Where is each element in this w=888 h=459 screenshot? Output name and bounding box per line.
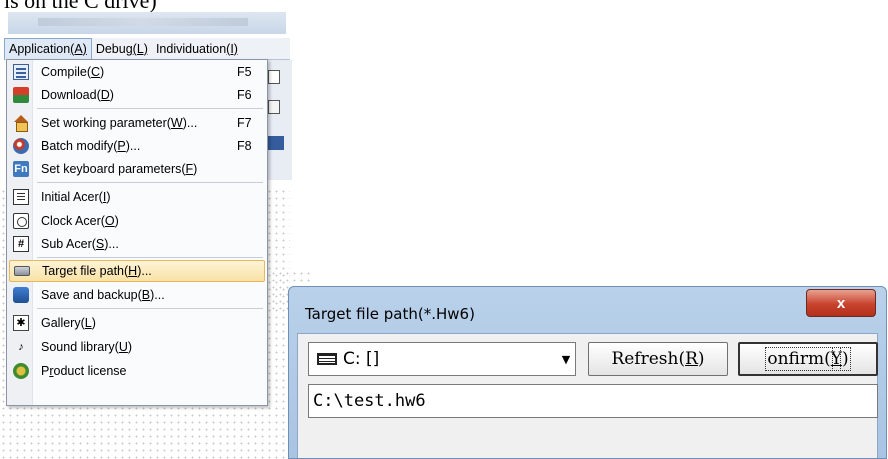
menu-item-label: Save and backup(B)... [41, 288, 165, 302]
menu-item-gallery[interactable]: ✱ Gallery(L) [9, 312, 265, 334]
menu-item-shortcut: F5 [237, 65, 252, 79]
menu-separator [37, 308, 263, 309]
refresh-label: Refresh(R) [611, 349, 705, 369]
menu-item-label: Compile(C) [41, 65, 105, 79]
menu-item-label: Download(D) [41, 88, 114, 102]
menu-hotkey: (L) [132, 41, 148, 56]
clock-icon [13, 213, 29, 229]
toolbar-copy-icon[interactable] [268, 100, 280, 114]
menu-item-download[interactable]: Download(D) F6 [9, 84, 265, 106]
file-path-input[interactable]: C:\test.hw6 [308, 384, 878, 418]
main-window-titlebar [8, 12, 286, 34]
menu-item-label: Set keyboard parameters(F) [41, 162, 198, 176]
document-icon [13, 189, 29, 205]
menu-item-set-working-parameter[interactable]: Set working parameter(W)... F7 [9, 112, 265, 134]
dialog-body: C: [] ▼ Refresh(R) onfirm(Y) C:\test.hw6 [297, 333, 878, 458]
menu-separator [37, 182, 263, 183]
save-icon [13, 287, 29, 303]
drive-icon [317, 353, 337, 365]
hash-icon: # [13, 236, 29, 252]
menu-item-product-license[interactable]: Product license [9, 360, 265, 382]
menu-hotkey: (I) [226, 41, 238, 56]
menu-item-batch-modify[interactable]: Batch modify(P)... F8 [9, 135, 265, 157]
refresh-button[interactable]: Refresh(R) [588, 342, 728, 376]
menu-item-label: Initial Acer(I) [41, 190, 111, 204]
menu-item-initial-acer[interactable]: Initial Acer(I) [9, 186, 265, 208]
house-icon [13, 115, 29, 132]
music-note-icon: ♪ [18, 340, 24, 353]
menu-hotkey: (A) [70, 41, 87, 56]
compile-icon [13, 64, 29, 80]
menu-item-label: Target file path(H)... [42, 264, 152, 278]
menu-item-shortcut: F7 [237, 116, 252, 130]
menu-item-shortcut: F8 [237, 139, 252, 153]
menu-application[interactable]: Application(A) [4, 37, 92, 60]
gallery-icon: ✱ [13, 315, 29, 331]
menu-item-shortcut: F6 [237, 88, 252, 102]
fn-icon: Fn [13, 161, 29, 177]
menu-item-sub-acer[interactable]: # Sub Acer(S)... [9, 233, 265, 255]
menu-item-set-keyboard-parameters[interactable]: Fn Set keyboard parameters(F) [9, 158, 265, 180]
menu-item-clock-acer[interactable]: Clock Acer(O) [9, 210, 265, 232]
menu-item-save-and-backup[interactable]: Save and backup(B)... [9, 284, 265, 306]
drive-value: C: [] [343, 349, 380, 369]
toolbar-blue-icon[interactable] [266, 136, 284, 150]
menu-separator [37, 108, 263, 109]
menu-bar: Application(A) Debug(L) Individuation(I) [4, 37, 290, 60]
blurred-title [38, 18, 248, 26]
toolbar-doc-icon[interactable] [268, 70, 280, 84]
close-button[interactable]: x [806, 289, 876, 317]
license-icon [13, 363, 29, 379]
menu-item-label: Set working parameter(W)... [41, 116, 198, 130]
menu-item-label: Clock Acer(O) [41, 214, 119, 228]
confirm-button[interactable]: onfirm(Y) [738, 342, 878, 376]
batch-icon [13, 138, 29, 154]
menu-item-label: Sub Acer(S)... [41, 237, 119, 251]
menu-individuation[interactable]: Individuation(I) [152, 40, 242, 58]
download-icon [13, 87, 29, 103]
menu-item-target-file-path[interactable]: Target file path(H)... [9, 260, 265, 282]
confirm-label: onfirm(Y) [765, 347, 851, 371]
dialog-title: Target file path(*.Hw6) [305, 305, 475, 323]
drive-select[interactable]: C: [] ▼ [308, 342, 576, 376]
drive-icon [14, 263, 30, 279]
menu-debug[interactable]: Debug(L) [92, 40, 152, 58]
menu-item-compile[interactable]: Compile(C) F5 [9, 61, 265, 83]
menu-item-label: Sound library(U) [41, 340, 133, 354]
chevron-down-icon[interactable]: ▼ [557, 343, 575, 375]
menu-item-sound-library[interactable]: ♪ Sound library(U) [9, 336, 265, 358]
target-file-path-dialog: Target file path(*.Hw6) x C: [] ▼ Refres… [288, 286, 887, 459]
close-icon: x [836, 294, 846, 312]
menu-item-label: Gallery(L) [41, 316, 96, 330]
menu-item-label: Product license [41, 364, 127, 378]
menu-separator [37, 257, 263, 258]
menu-item-label: Batch modify(P)... [41, 139, 141, 153]
application-dropdown-menu: Compile(C) F5 Download(D) F6 Set working… [6, 59, 268, 406]
